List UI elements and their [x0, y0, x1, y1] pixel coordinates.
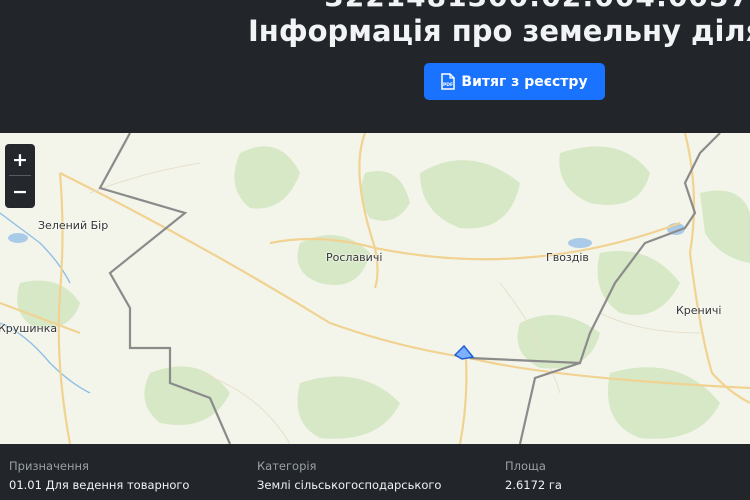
forest-areas	[17, 146, 750, 439]
land-parcel-polygon[interactable]	[453, 344, 475, 360]
place-label-krenychi: Креничі	[676, 304, 722, 317]
map-view[interactable]: + − Зелений Бір Рославичі Гвоздів Кренич…	[0, 133, 750, 444]
extract-button-label: Витяг з реєстру	[461, 73, 588, 90]
category-value: Землі сільськогосподарського	[257, 478, 442, 492]
place-label-roslavychi: Рославичі	[326, 251, 383, 264]
zoom-in-button[interactable]: +	[5, 144, 35, 175]
purpose-label: Призначення	[9, 459, 89, 473]
place-label-hvozdiv: Гвоздів	[546, 251, 589, 264]
extract-from-registry-button[interactable]: PDF Витяг з реєстру	[424, 63, 605, 100]
category-label: Категорія	[257, 459, 317, 473]
category-field: Категорія Землі сільськогосподарського	[257, 459, 441, 492]
cadastral-number: 3221481300:02:004:0057	[0, 0, 750, 13]
pdf-icon: PDF	[441, 73, 456, 90]
purpose-field: Призначення 01.01 Для ведення товарного	[9, 459, 189, 492]
zoom-control: + −	[5, 144, 35, 208]
place-label-krushynka: Крушинка	[0, 322, 58, 335]
area-field: Площа 2.6172 га	[505, 459, 562, 492]
page-title: Інформація про земельну ділянку	[248, 14, 750, 48]
area-value: 2.6172 га	[505, 478, 562, 492]
header-bar: 3221481300:02:004:0057 Інформація про зе…	[0, 0, 750, 133]
place-label-zeleny-bir: Зелений Бір	[38, 219, 109, 232]
parcel-info-panel: Призначення 01.01 Для ведення товарного …	[0, 444, 750, 500]
map-canvas[interactable]	[0, 133, 750, 444]
purpose-value: 01.01 Для ведення товарного	[9, 478, 190, 492]
zoom-out-button[interactable]: −	[5, 176, 35, 207]
area-label: Площа	[505, 459, 546, 473]
pdf-icon-text: PDF	[443, 82, 453, 88]
